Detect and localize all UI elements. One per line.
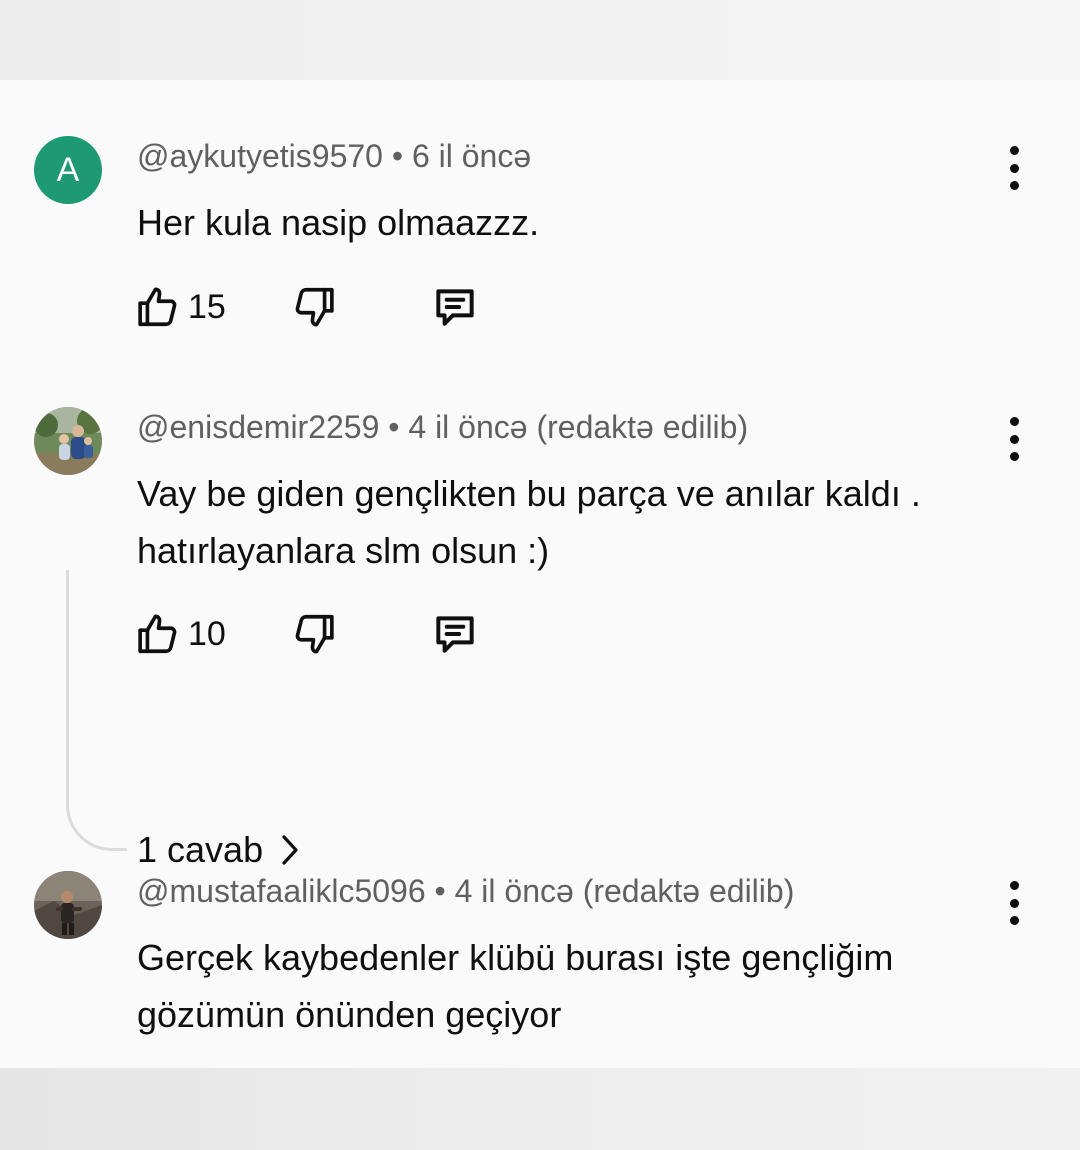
more-vertical-icon[interactable]	[996, 146, 1032, 190]
comment-text-line: Gerçek kaybedenler klübü burası işte gen…	[137, 937, 894, 978]
comment-text: Gerçek kaybedenler klübü burası işte gen…	[137, 929, 997, 1043]
chevron-right-icon	[282, 835, 298, 865]
thread-connector	[66, 570, 127, 851]
reply-button[interactable]	[430, 609, 480, 659]
comment-meta: @mustafaaliklc5096 • 4 il öncə (redaktə …	[137, 873, 794, 910]
person-photo-avatar	[34, 871, 102, 939]
comment-reply-icon	[436, 289, 474, 326]
comment-text-line: Her kula nasip olmaazzz.	[137, 202, 540, 243]
like-count: 10	[188, 614, 226, 653]
comment-time: • 6 il öncə	[391, 138, 532, 174]
avatar[interactable]	[34, 871, 102, 939]
comment-author[interactable]: @enisdemir2259	[137, 409, 379, 445]
view-replies-button[interactable]: 1 cavab	[137, 828, 301, 872]
dislike-button[interactable]	[292, 609, 338, 659]
comment-text: Her kula nasip olmaazzz.	[137, 194, 997, 251]
comment-actions: 15	[134, 282, 494, 332]
reply-button[interactable]	[430, 282, 480, 332]
comment-reply-icon	[436, 616, 474, 653]
comment-text-line: hatırlayanlara slm olsun :)	[137, 530, 550, 571]
bottom-overlay-band	[0, 1068, 1080, 1150]
more-vertical-icon[interactable]	[996, 881, 1032, 925]
comment-text-line: gözümün önünden geçiyor	[137, 994, 562, 1035]
more-vertical-icon[interactable]	[996, 417, 1032, 461]
comment-text: Vay be giden gençlikten bu parça ve anıl…	[137, 465, 997, 579]
like-count: 15	[188, 287, 226, 326]
avatar[interactable]	[34, 407, 102, 475]
like-button[interactable]: 15	[134, 282, 226, 332]
thumb-up-icon	[138, 287, 177, 327]
comment-actions: 10	[134, 609, 494, 659]
thumb-up-icon	[138, 614, 177, 654]
comment-meta: @aykutyetis9570 • 6 il öncə	[137, 138, 531, 175]
dislike-button[interactable]	[292, 282, 338, 332]
replies-count: 1 cavab	[137, 829, 264, 870]
comment-author[interactable]: @aykutyetis9570	[137, 138, 383, 174]
like-button[interactable]: 10	[134, 609, 226, 659]
family-photo-avatar	[34, 407, 102, 475]
thumb-down-icon	[295, 614, 334, 654]
avatar[interactable]: A	[34, 136, 102, 204]
comment-meta: @enisdemir2259 • 4 il öncə (redaktə edil…	[137, 409, 748, 446]
top-overlay-band	[0, 0, 1080, 80]
comment-time: • 4 il öncə (redaktə edilib)	[388, 409, 749, 445]
comments-panel: A @aykutyetis9570 • 6 il öncə Her kula n…	[0, 80, 1080, 1068]
comment-time: • 4 il öncə (redaktə edilib)	[434, 873, 795, 909]
avatar-letter: A	[56, 151, 80, 189]
comment-text-line: Vay be giden gençlikten bu parça ve anıl…	[137, 473, 921, 514]
comment-author[interactable]: @mustafaaliklc5096	[137, 873, 426, 909]
thumb-down-icon	[295, 287, 334, 327]
